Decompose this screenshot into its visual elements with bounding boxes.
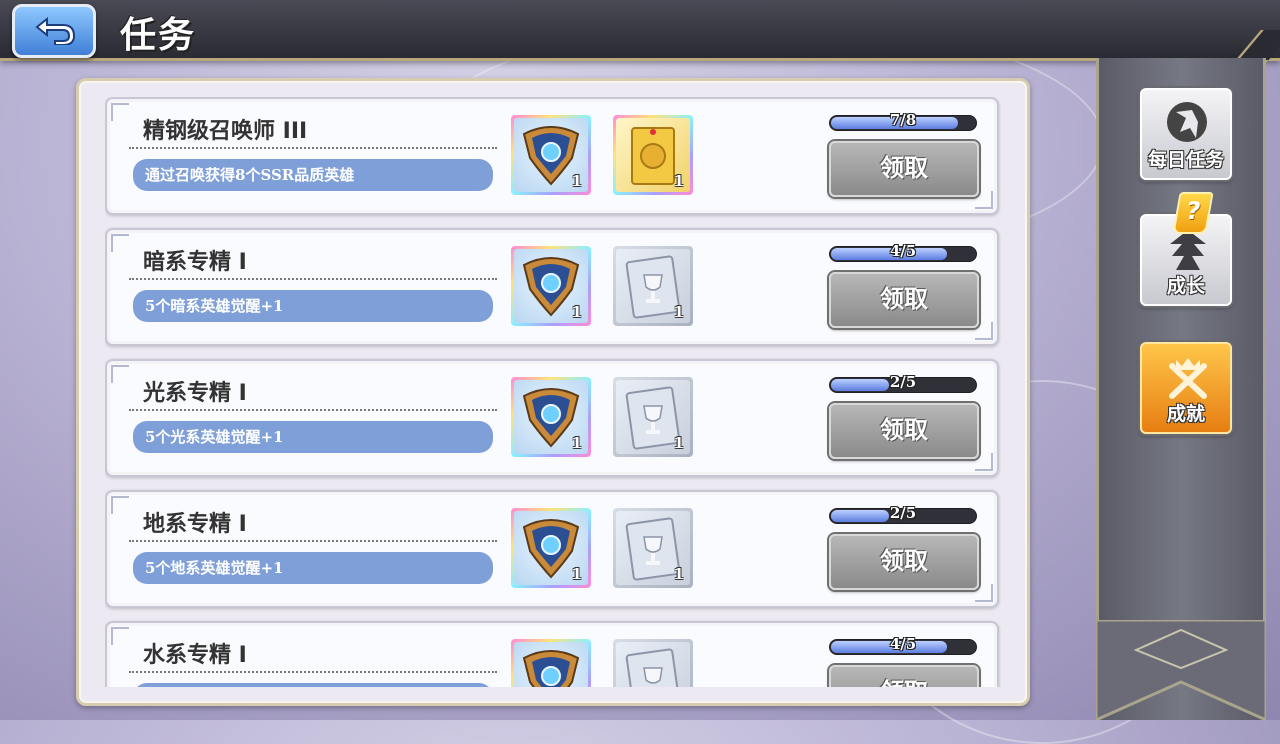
task-panel: 精钢级召唤师 III 通过召唤获得8个SSR品质英雄 1 1 7/8 领取 暗系… (76, 78, 1030, 706)
daily-task-icon (1167, 102, 1207, 142)
task-description: 通过召唤获得8个SSR品质英雄 (133, 159, 493, 191)
reward-item-silver-card[interactable]: 1 (613, 508, 693, 588)
task-description: 5个暗系英雄觉醒+1 (133, 290, 493, 322)
task-card: 地系专精 I 5个地系英雄觉醒+1 1 1 2/5 领取 (105, 490, 999, 608)
divider (129, 540, 497, 542)
divider (129, 278, 497, 280)
trophy-card-icon (625, 648, 681, 687)
page-title: 任务 (120, 14, 197, 56)
reward-quantity: 1 (673, 172, 684, 190)
reward-quantity: 1 (571, 434, 582, 452)
tab-label: 成就 (1166, 403, 1205, 425)
divider (129, 671, 497, 673)
claim-button[interactable]: 领取 (829, 534, 979, 590)
divider (129, 409, 497, 411)
claim-button[interactable]: 领取 (829, 141, 979, 197)
achievement-icon (1169, 358, 1207, 399)
tab-label: 成长 (1166, 275, 1205, 297)
task-title: 地系专精 I (143, 512, 247, 537)
reward-item-emblem[interactable]: 1 (511, 115, 591, 195)
emblem-icon (522, 650, 580, 687)
reward-item-emblem[interactable]: 1 (511, 246, 591, 326)
reward-item-emblem[interactable] (511, 639, 591, 687)
progress-bar: 4/5 (829, 635, 977, 655)
progress-text: 4/5 (889, 635, 917, 653)
progress-bar: 7/8 (829, 111, 977, 131)
reward-quantity: 1 (571, 172, 582, 190)
task-description (133, 683, 493, 687)
top-bar: 任务 (0, 0, 1280, 61)
reward-quantity: 1 (571, 303, 582, 321)
reward-item-emblem[interactable]: 1 (511, 377, 591, 457)
progress-text: 7/8 (889, 111, 917, 129)
progress-bar: 2/5 (829, 373, 977, 393)
tab-achievement[interactable]: 成就 (1140, 342, 1232, 434)
tab-daily-tasks[interactable]: 每日任务 (1140, 88, 1232, 180)
reward-quantity: 1 (673, 303, 684, 321)
back-button[interactable] (12, 4, 96, 58)
task-description: 5个地系英雄觉醒+1 (133, 552, 493, 584)
task-card: 精钢级召唤师 III 通过召唤获得8个SSR品质英雄 1 1 7/8 领取 (105, 97, 999, 215)
progress-text: 2/5 (889, 504, 917, 522)
task-description: 5个光系英雄觉醒+1 (133, 421, 493, 453)
reward-item-silver-card[interactable]: 1 (613, 377, 693, 457)
task-card: 暗系专精 I 5个暗系英雄觉醒+1 1 1 4/5 领取 (105, 228, 999, 346)
divider (129, 147, 497, 149)
task-title: 精钢级召唤师 III (143, 119, 308, 144)
task-title: 光系专精 I (143, 381, 247, 406)
claim-button[interactable]: 领取 (829, 403, 979, 459)
reward-item-emblem[interactable]: 1 (511, 508, 591, 588)
claim-button[interactable]: 领取 (829, 665, 979, 687)
reward-quantity: 1 (673, 434, 684, 452)
task-card: 光系专精 I 5个光系英雄觉醒+1 1 1 2/5 领取 (105, 359, 999, 477)
task-title: 水系专精 I (143, 643, 247, 668)
task-list[interactable]: 精钢级召唤师 III 通过召唤获得8个SSR品质英雄 1 1 7/8 领取 暗系… (105, 97, 1001, 687)
back-arrow-icon (35, 16, 76, 45)
banner-tail-decoration (1096, 620, 1266, 720)
task-card: 水系专精 I 4/5 (105, 621, 999, 687)
reward-quantity: 1 (571, 565, 582, 583)
progress-bar: 4/5 (829, 242, 977, 262)
reward-item-silver-card[interactable] (613, 639, 693, 687)
reward-quantity: 1 (673, 565, 684, 583)
reward-item-silver-card[interactable]: 1 (613, 246, 693, 326)
progress-text: 2/5 (889, 373, 917, 391)
reward-item-gold-card[interactable]: 1 (613, 115, 693, 195)
progress-text: 4/5 (889, 242, 917, 260)
progress-bar: 2/5 (829, 504, 977, 524)
tab-label: 每日任务 (1147, 149, 1224, 171)
task-title: 暗系专精 I (143, 250, 247, 275)
claim-button[interactable]: 领取 (829, 272, 979, 328)
